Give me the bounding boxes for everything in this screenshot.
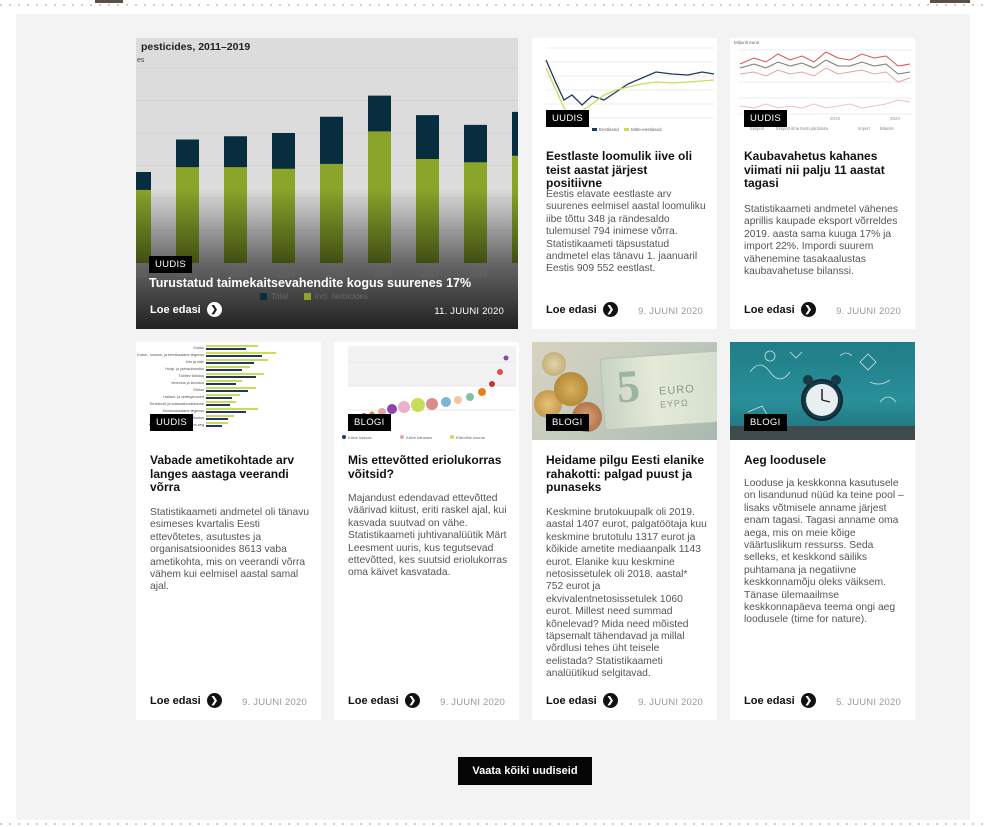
featured-chart-unit: es (137, 57, 145, 64)
coin-image (542, 352, 566, 376)
arrow-right-icon: ❯ (206, 302, 222, 317)
legend-label: Ettevõtte suurus (456, 435, 485, 440)
category-tag: UUDIS (744, 110, 788, 127)
top-divider (0, 4, 986, 6)
corner-image-left (95, 0, 123, 3)
legend-herbicides: incl. herbicides (314, 292, 368, 301)
row-label: Tervishoid ja sotsiaalhoolekanne (149, 402, 204, 406)
card-title[interactable]: Mis ettevõtted eriolukorras võitsid? (348, 453, 507, 481)
legend-label: Import (858, 126, 871, 131)
read-more-label: Loe edasi (150, 694, 201, 707)
card-excerpt: Statistikaameti andmetel vähenes aprilli… (744, 204, 898, 278)
category-tag: UUDIS (149, 256, 193, 273)
arrow-right-icon: ❯ (206, 693, 222, 708)
legend-label: Eestlased (599, 127, 619, 132)
legend-swatch (624, 128, 629, 131)
legend-label: Käive kahanes (406, 435, 432, 440)
banknote-image: 5 EURO EYPΩ (599, 349, 717, 431)
chart-unit-label: Miljonit eurot (734, 40, 760, 45)
featured-chart-title: pesticides, 2011–2019 (141, 41, 251, 53)
row-label: Kutse-, teadus- ja tehnikaalane tegevus (137, 353, 204, 357)
row-label: Kinnisvaraalane tegevus (163, 409, 204, 413)
row-label: Veondus ja laondus (171, 381, 204, 385)
arrow-right-icon: ❯ (800, 302, 816, 317)
card-date: 9. JUUNI 2020 (638, 697, 703, 708)
row-label: Ehitus (193, 388, 204, 392)
legend-swatch-herbicides (303, 293, 311, 300)
row-label: Hulgi- ja jaekaubandus (165, 367, 204, 371)
row-label: Info ja side (186, 360, 204, 364)
card-excerpt: Majandust edendavad ettevõtted väärivad … (348, 493, 508, 579)
read-more-link[interactable]: Loe edasi ❯ (150, 693, 222, 708)
legend-label: Käive kasvas (348, 435, 372, 440)
legend-label: Bilanss (880, 126, 894, 131)
category-tag: UUDIS (150, 414, 194, 431)
card-date: 9. JUUNI 2020 (836, 306, 901, 317)
corner-image-right (930, 0, 970, 3)
card-title[interactable]: Eestlaste loomulik iive oli teist aastat… (546, 149, 705, 191)
banknote-text-greek: EYPΩ (659, 397, 690, 410)
news-card[interactable]: Kokku Kutse-, teadus- ja tehnikaalane te… (136, 342, 321, 720)
arrow-right-icon: ❯ (800, 693, 816, 708)
arrow-right-icon: ❯ (602, 693, 618, 708)
featured-title[interactable]: Turustatud taimekaitsevahendite kogus su… (149, 276, 471, 290)
card-date: 9. JUUNI 2020 (638, 306, 703, 317)
card-excerpt: Eestis elavate eestlaste arv suurenes ee… (546, 189, 706, 275)
read-more-link[interactable]: Loe edasi ❯ (744, 302, 816, 317)
news-card[interactable]: Eestlased Mitte-eestlased UUDIS Eestlast… (532, 38, 717, 329)
legend-swatch-total (260, 293, 267, 300)
card-date: 5. JUUNI 2020 (836, 697, 901, 708)
year-label: 2018 (469, 270, 487, 279)
read-more-link[interactable]: Loe edasi ❯ (546, 302, 618, 317)
read-more-label: Loe edasi (744, 694, 795, 707)
card-excerpt: Looduse ja keskkonna kasutusele on lisan… (744, 478, 904, 626)
category-tag: BLOGI (348, 414, 391, 431)
read-more-label: Loe edasi (546, 303, 597, 316)
all-news-button[interactable]: Vaata kõiki uudiseid (458, 757, 592, 785)
news-card[interactable]: 5 EURO EYPΩ BLOGI Heidame pilgu Eesti el… (532, 342, 717, 720)
card-title[interactable]: Aeg loodusele (744, 453, 903, 468)
read-more-link[interactable]: Loe edasi ❯ (744, 693, 816, 708)
category-tag: BLOGI (546, 414, 589, 431)
x-axis-label: 2020 (890, 116, 901, 121)
news-card[interactable]: Miljonit eurot 2018 2019 2020 Eksport Ek… (730, 38, 915, 329)
category-tag: BLOGI (744, 414, 787, 431)
bottom-divider (0, 823, 986, 825)
banknote-value: 5 (614, 360, 642, 413)
read-more-label: Loe edasi (744, 303, 795, 316)
news-card[interactable]: BLOGI Aeg loodusele Looduse ja keskkonna… (730, 342, 915, 720)
read-more-link[interactable]: Loe edasi ❯ (546, 693, 618, 708)
x-axis-label: 2019 (830, 116, 841, 121)
card-date: 9. JUUNI 2020 (440, 697, 505, 708)
read-more-label: Loe edasi (546, 694, 597, 707)
row-label: Kokku (193, 346, 204, 350)
featured-card[interactable]: pesticides, 2011–2019 es 2011 2012 2013 … (136, 38, 518, 329)
featured-date: 11. JUUNI 2020 (434, 306, 504, 317)
read-more-link[interactable]: Loe edasi ❯ (348, 693, 420, 708)
year-label: 2011 (136, 270, 148, 279)
card-excerpt: Statistikaameti andmetel oli tänavu esim… (150, 507, 310, 593)
card-title[interactable]: Kaubavahetus kahanes viimati nii palju 1… (744, 149, 903, 191)
row-label: Töötlev tööstus (178, 374, 204, 378)
arrow-right-icon: ❯ (602, 302, 618, 317)
category-tag: UUDIS (546, 110, 590, 127)
featured-legend: Total incl. herbicides (260, 292, 368, 301)
legend-total: Total (271, 292, 288, 301)
read-more-link[interactable]: Loe edasi ❯ (150, 302, 222, 317)
card-title[interactable]: Heidame pilgu Eesti elanike rahakotti: p… (546, 453, 705, 495)
coin-image (554, 372, 588, 406)
banknote-text: EURO (658, 383, 696, 398)
card-title[interactable]: Vabade ametikohtade arv langes aastaga v… (150, 453, 309, 495)
read-more-label: Loe edasi (348, 694, 399, 707)
news-card[interactable]: Käive kasvas Käive kahanes Ettevõtte suu… (334, 342, 519, 720)
legend-label: Mitte-eestlased (631, 127, 662, 132)
legend-swatch (592, 128, 597, 131)
read-more-label: Loe edasi (150, 303, 201, 316)
arrow-right-icon: ❯ (404, 693, 420, 708)
card-date: 9. JUUNI 2020 (242, 697, 307, 708)
row-label: Haldus- ja abitegevused (163, 395, 204, 399)
card-excerpt: Keskmine brutokuupalk oli 2019. aastal 1… (546, 507, 707, 680)
